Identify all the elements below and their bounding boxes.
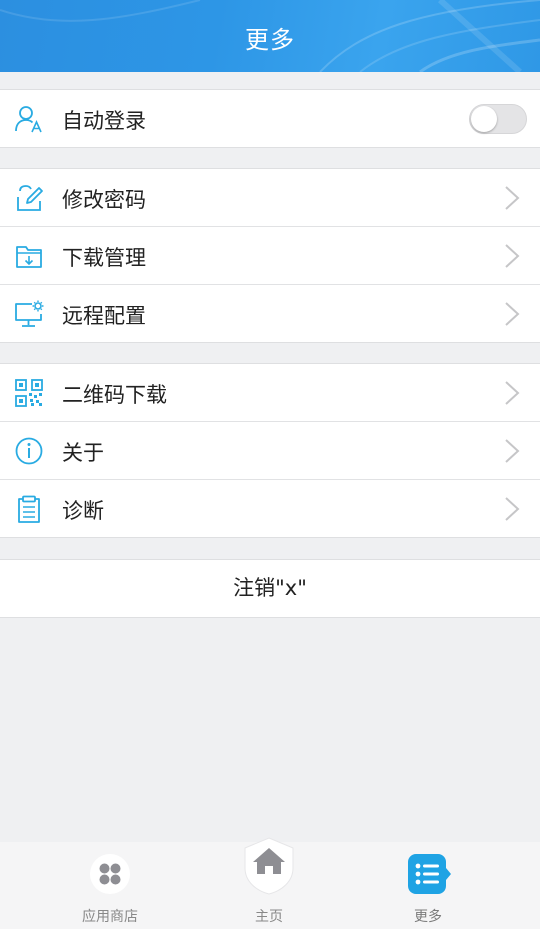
tab-home[interactable]: 主页 [209,837,329,929]
chevron-right-icon [505,186,520,210]
menu-item-qr-download[interactable]: 二维码下载 [0,364,540,422]
info-icon [15,437,43,465]
tab-more[interactable]: 更多 [368,842,488,929]
menu-item-label: 修改密码 [62,188,146,212]
tab-label: 应用商店 [82,909,138,925]
tab-label: 主页 [255,909,283,925]
edit-icon [17,185,43,211]
menu-item-label: 下载管理 [62,246,146,270]
logout-button[interactable]: 注销"x" [0,559,540,618]
menu-item-label: 二维码下载 [62,383,167,407]
chevron-right-icon [505,497,520,521]
tab-app-store[interactable]: 应用商店 [50,842,170,929]
auto-login-group: 自动登录 [0,89,540,148]
chevron-right-icon [505,439,520,463]
clipboard-icon [18,495,40,523]
auto-login-label: 自动登录 [62,109,146,133]
menu-item-diagnose[interactable]: 诊断 [0,480,540,537]
list-icon [408,854,451,894]
tab-label: 更多 [414,909,442,925]
menu-item-about[interactable]: 关于 [0,422,540,480]
folder-download-icon [16,246,42,268]
chevron-right-icon [505,244,520,268]
chevron-right-icon [505,302,520,326]
bottom-tab-bar: 应用商店 主页 更多 [0,837,540,929]
page-title: 更多 [245,26,295,54]
home-icon [244,837,294,895]
apps-icon [90,854,130,894]
monitor-gear-icon [15,300,44,327]
top-header: 更多 [0,0,540,72]
menu-item-label: 关于 [62,441,104,465]
auto-login-row: 自动登录 [0,90,540,147]
settings-group: 修改密码 下载管理 远程配置 [0,168,540,343]
user-a-icon [15,106,42,133]
menu-item-remote-config[interactable]: 远程配置 [0,285,540,342]
qr-code-icon [15,379,43,407]
menu-item-label: 诊断 [62,499,104,523]
toggle-knob [471,106,497,132]
menu-item-change-password[interactable]: 修改密码 [0,169,540,227]
menu-item-label: 远程配置 [62,304,146,328]
menu-item-download-manager[interactable]: 下载管理 [0,227,540,285]
chevron-right-icon [505,381,520,405]
auto-login-toggle[interactable] [469,104,527,134]
info-group: 二维码下载 关于 诊断 [0,363,540,538]
